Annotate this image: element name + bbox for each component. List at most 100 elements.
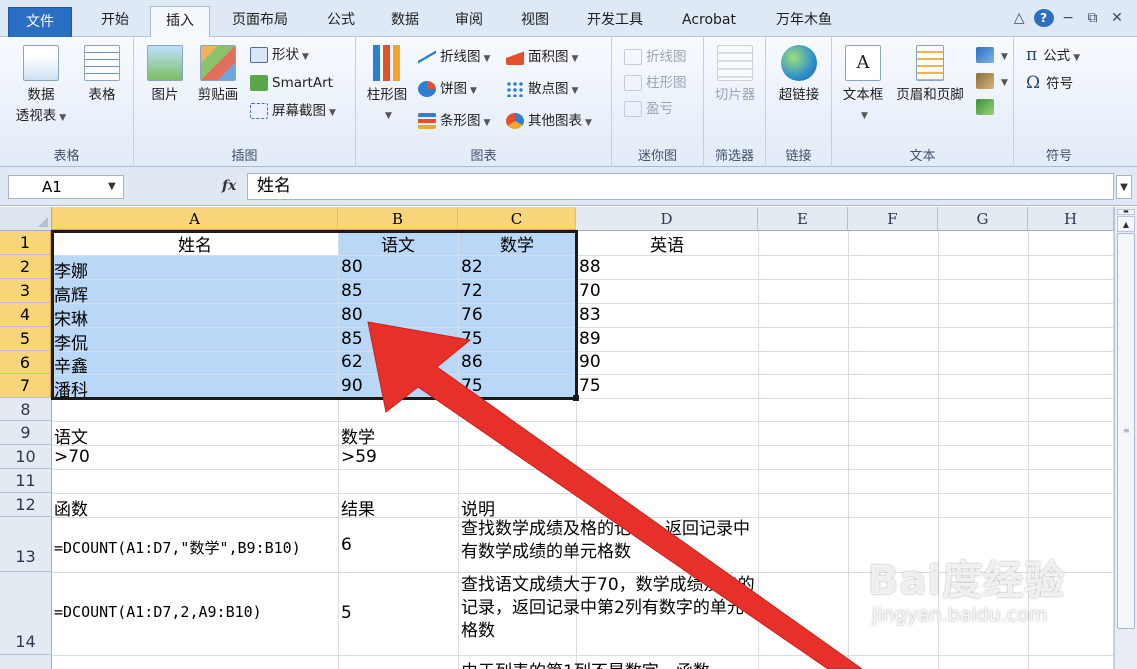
column-header-d[interactable]: D — [576, 207, 758, 231]
other-charts-button[interactable]: 其他图表 ▼ — [506, 109, 592, 133]
group-title-links: 链接 — [785, 149, 812, 164]
minimize-icon[interactable]: − — [1058, 10, 1078, 26]
cell-b12[interactable]: 结果 — [341, 495, 375, 520]
formula-input[interactable]: 姓名 — [247, 173, 1114, 200]
close-icon[interactable]: ✕ — [1107, 10, 1127, 26]
column-header-g[interactable]: G — [938, 207, 1028, 231]
row-header-11[interactable]: 11 — [0, 469, 52, 493]
column-header-h[interactable]: H — [1028, 207, 1114, 231]
row-header-7[interactable]: 7 — [0, 374, 52, 398]
tab-view[interactable]: 视图 — [506, 6, 564, 37]
sparkline-winloss-icon — [624, 101, 642, 117]
select-all-corner[interactable] — [0, 207, 52, 231]
cell-c13[interactable]: 查找数学成绩及格的记录，返回记录中有数学成绩的单元格数 — [461, 518, 757, 564]
expand-formula-bar-icon[interactable]: ▼ — [1116, 175, 1132, 199]
area-chart-button[interactable]: 面积图 ▼ — [506, 45, 578, 69]
cell-d4[interactable]: 83 — [579, 305, 601, 325]
cell-a12[interactable]: 函数 — [54, 495, 88, 520]
picture-button[interactable]: 图片 — [142, 45, 188, 106]
table-button[interactable]: 表格 — [78, 45, 126, 106]
cell-c12[interactable]: 说明 — [461, 495, 495, 520]
row-header-5[interactable]: 5 — [0, 327, 52, 351]
slicer-button[interactable]: 切片器 — [710, 45, 760, 106]
name-box-dropdown-icon[interactable]: ▼ — [108, 181, 116, 192]
cell-b9[interactable]: 数学 — [341, 423, 375, 448]
pivot-table-button[interactable]: 数据 透视表 ▼ — [10, 45, 72, 129]
split-handle[interactable]: ▬ — [1117, 209, 1135, 215]
screenshot-button[interactable]: 屏幕截图 ▼ — [250, 99, 336, 123]
insert-function-icon[interactable]: fx — [222, 178, 236, 194]
restore-icon[interactable]: ⧉ — [1083, 10, 1103, 26]
tab-home[interactable]: 开始 — [86, 6, 144, 37]
row-header-14[interactable]: 14 — [0, 572, 52, 655]
scroll-thumb[interactable]: ≡ — [1117, 233, 1135, 629]
vertical-scrollbar[interactable]: ▬ ▲ ≡ — [1114, 207, 1137, 669]
pie-chart-button[interactable]: 饼图 ▼ — [418, 77, 477, 101]
cell-b13[interactable]: 6 — [341, 535, 352, 555]
cell-d1[interactable]: 英语 — [576, 231, 758, 256]
row-header-8[interactable]: 8 — [0, 398, 52, 421]
wordart-button[interactable]: ▼ — [976, 43, 1008, 67]
line-chart-button[interactable]: 折线图 ▼ — [418, 45, 490, 69]
name-box[interactable]: A1 — [8, 175, 124, 199]
tab-review[interactable]: 审阅 — [440, 6, 498, 37]
cell-a9[interactable]: 语文 — [54, 423, 88, 448]
collapse-ribbon-icon[interactable]: △ — [1009, 10, 1029, 26]
row-header-10[interactable]: 10 — [0, 445, 52, 469]
row-header-3[interactable]: 3 — [0, 279, 52, 303]
object-button[interactable] — [976, 95, 998, 119]
row-header-12[interactable]: 12 — [0, 493, 52, 517]
signature-line-button[interactable]: ▼ — [976, 69, 1008, 93]
row-header-6[interactable]: 6 — [0, 351, 52, 374]
clipart-button[interactable]: 剪贴画 — [192, 45, 244, 106]
row-header-13[interactable]: 13 — [0, 517, 52, 572]
cell-c14[interactable]: 查找语文成绩大于70，数学成绩及格的记录，返回记录中第2列有数字的单元格数 — [461, 574, 757, 643]
row-header-15[interactable] — [0, 655, 52, 669]
tab-acrobat[interactable]: Acrobat — [666, 6, 752, 37]
fill-handle[interactable] — [573, 395, 579, 401]
tab-file[interactable]: 文件 — [8, 7, 72, 37]
cell-a14[interactable]: =DCOUNT(A1:D7,2,A9:B10) — [54, 603, 262, 621]
column-header-f[interactable]: F — [848, 207, 938, 231]
row-header-9[interactable]: 9 — [0, 421, 52, 445]
cell-d6[interactable]: 90 — [579, 352, 601, 372]
cell-b10[interactable]: >59 — [341, 447, 377, 467]
hyperlink-button[interactable]: 超链接 — [772, 45, 826, 106]
tab-page-layout[interactable]: 页面布局 — [222, 6, 298, 37]
row-header-1[interactable]: 1 — [0, 231, 52, 255]
help-icon[interactable]: ? — [1033, 9, 1054, 27]
scatter-chart-button[interactable]: 散点图 ▼ — [506, 77, 578, 101]
cell-a10[interactable]: >70 — [54, 447, 90, 467]
tab-custom[interactable]: 万年木鱼 — [762, 6, 846, 37]
bar-chart-button[interactable]: 条形图 ▼ — [418, 109, 490, 133]
cell-a13[interactable]: =DCOUNT(A1:D7,"数学",B9:B10) — [54, 537, 301, 558]
equation-button[interactable]: π 公式 ▼ — [1026, 43, 1080, 67]
cell-c15[interactable]: 由于列表的第1列不是数字，函数 — [461, 657, 710, 669]
group-text: A 文本框 ▼ 页眉和页脚 ▼ ▼ 文本 — [832, 37, 1014, 167]
column-chart-button[interactable]: 柱形图 ▼ — [362, 45, 412, 127]
column-header-b[interactable]: B — [338, 207, 458, 231]
cell-d3[interactable]: 70 — [579, 281, 601, 301]
scroll-up-icon[interactable]: ▲ — [1117, 216, 1135, 232]
column-header-c[interactable]: C — [458, 207, 576, 231]
textbox-button[interactable]: A 文本框 ▼ — [836, 45, 890, 127]
cell-b14[interactable]: 5 — [341, 603, 352, 623]
shapes-button[interactable]: 形状 ▼ — [250, 43, 309, 67]
sparkline-line-button[interactable]: 折线图 — [624, 45, 687, 69]
column-header-e[interactable]: E — [758, 207, 848, 231]
smartart-button[interactable]: SmartArt — [250, 71, 333, 95]
sparkline-winloss-button[interactable]: 盈亏 — [624, 97, 673, 121]
tab-formulas[interactable]: 公式 — [312, 6, 370, 37]
cell-d5[interactable]: 89 — [579, 329, 601, 349]
row-header-4[interactable]: 4 — [0, 303, 52, 327]
header-footer-button[interactable]: 页眉和页脚 — [890, 45, 970, 106]
tab-developer[interactable]: 开发工具 — [574, 6, 656, 37]
cell-d7[interactable]: 75 — [579, 376, 601, 396]
tab-data[interactable]: 数据 — [376, 6, 434, 37]
column-header-a[interactable]: A — [52, 207, 338, 231]
symbol-button[interactable]: Ω 符号 — [1026, 71, 1073, 95]
row-header-2[interactable]: 2 — [0, 255, 52, 279]
sparkline-column-button[interactable]: 柱形图 — [624, 71, 687, 95]
cell-d2[interactable]: 88 — [579, 257, 601, 277]
tab-insert[interactable]: 插入 — [150, 6, 210, 38]
